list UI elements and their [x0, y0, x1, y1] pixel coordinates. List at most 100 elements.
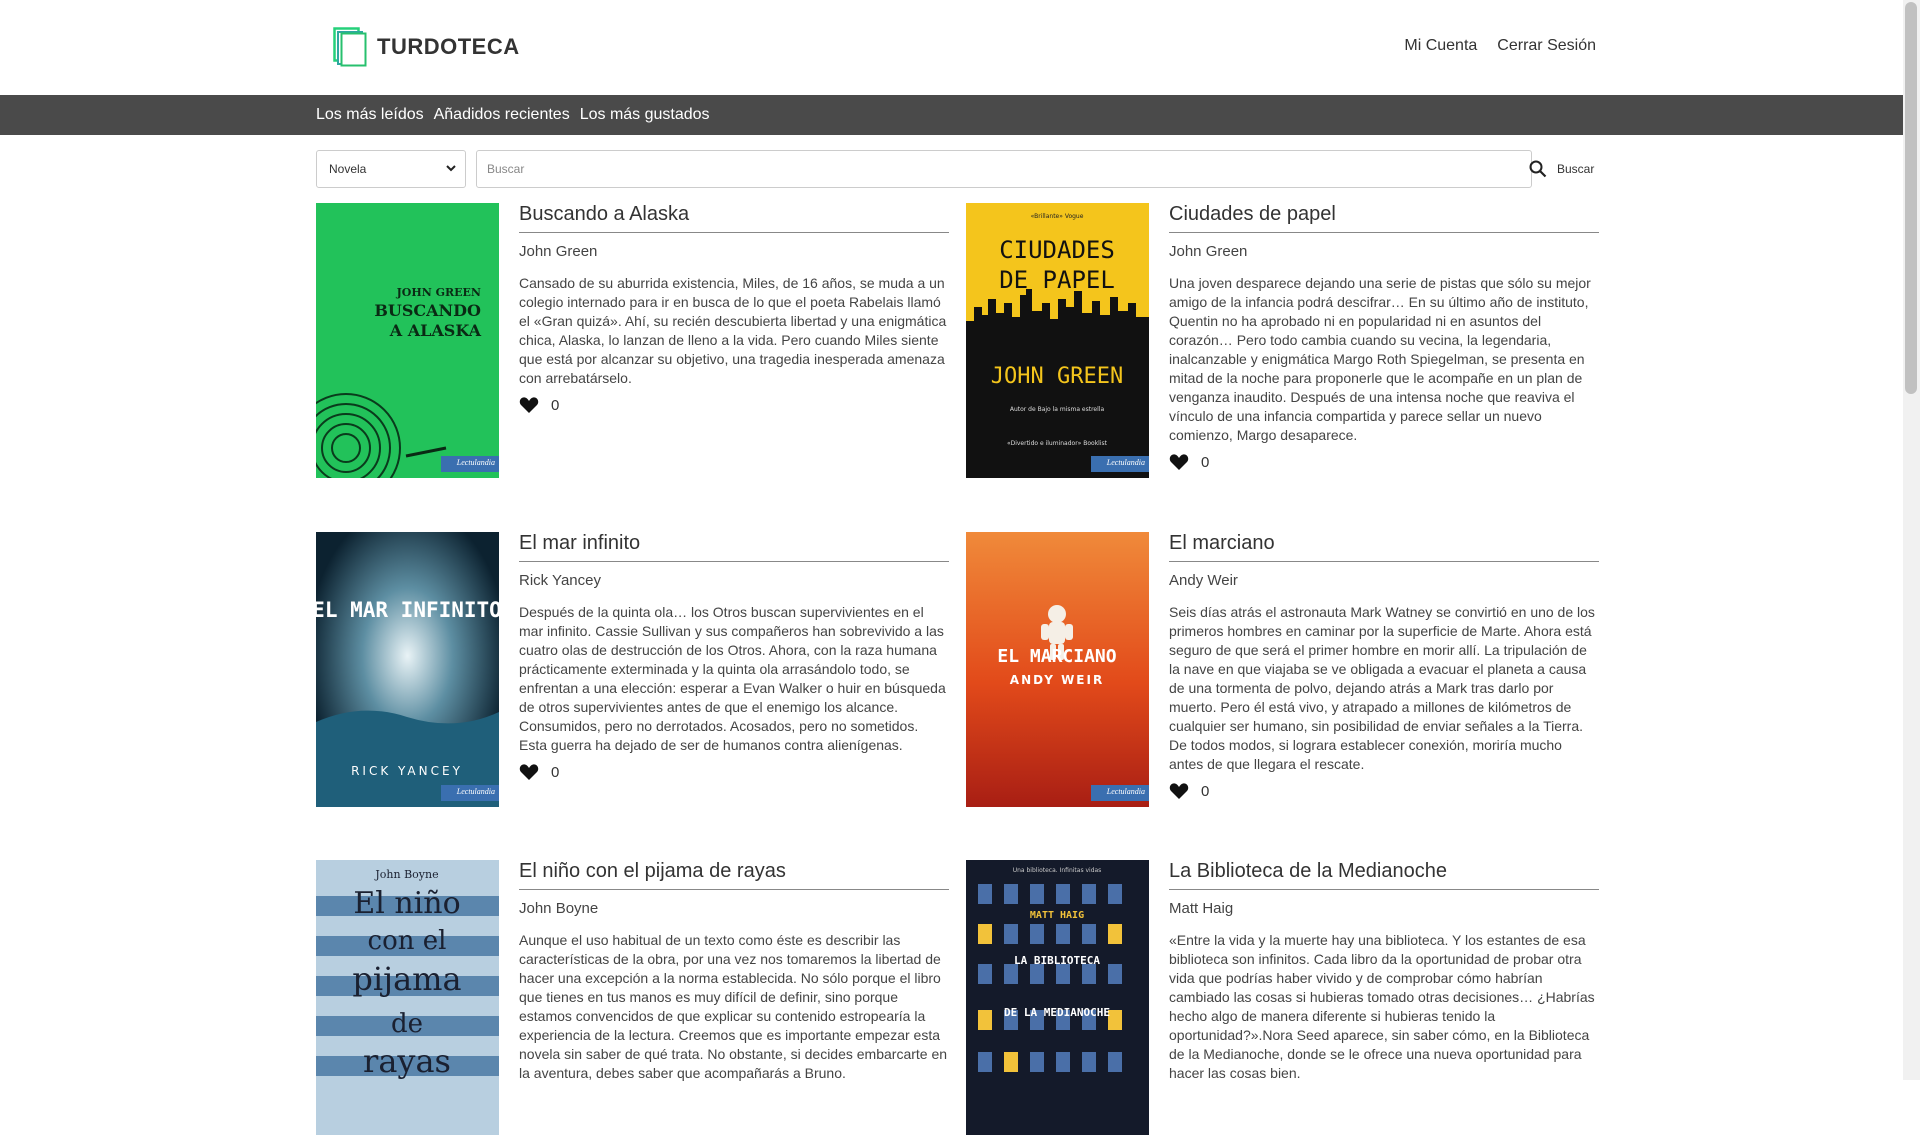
- nav-most-liked[interactable]: Los más gustados: [580, 106, 710, 124]
- heart-icon: [1169, 454, 1189, 470]
- cover-title-line: rayas: [363, 1042, 451, 1080]
- publisher-badge-label: Lectulandia: [456, 787, 495, 796]
- book-title[interactable]: El niño con el pijama de rayas: [519, 860, 949, 890]
- top-header: TURDOTECA Mi Cuenta Cerrar Sesión: [0, 0, 1903, 95]
- book-card: EL MAR INFINITO RICK YANCEY Lectulandia …: [316, 532, 949, 807]
- book-cover[interactable]: John Boyne El niño con el pijama de raya…: [316, 860, 499, 1135]
- genre-select-value: Novela: [329, 162, 367, 176]
- publisher-badge-label: Lectulandia: [456, 458, 495, 467]
- book-info: El niño con el pijama de rayas John Boyn…: [519, 860, 949, 1083]
- genre-select[interactable]: Novela: [316, 150, 466, 188]
- book-description: Una joven desparece dejando una serie de…: [1169, 275, 1591, 443]
- account-nav: Mi Cuenta Cerrar Sesión: [1404, 37, 1596, 55]
- book-title[interactable]: El marciano: [1169, 532, 1599, 562]
- cover-title-line: EL MAR INFINITO: [316, 598, 499, 622]
- nav-most-read[interactable]: Los más leídos: [316, 106, 424, 124]
- cover-subtitle: Autor de Bajo la misma estrella: [1010, 406, 1105, 413]
- like-button[interactable]: [1169, 782, 1189, 800]
- book-card: JOHN GREEN BUSCANDO A ALASKA Lectulandia…: [316, 203, 949, 478]
- book-cover[interactable]: EL MAR INFINITO RICK YANCEY Lectulandia: [316, 532, 499, 807]
- book-card: John Boyne El niño con el pijama de raya…: [316, 860, 949, 1135]
- book-card: «Brillante» Vogue CIUDADES DE PAPEL JOHN…: [966, 203, 1599, 478]
- cover-title-line: de: [391, 1009, 423, 1039]
- cover-title-line: A ALASKA: [389, 321, 482, 340]
- book-cover[interactable]: EL MARCIANO ANDY WEIR Lectulandia: [966, 532, 1149, 807]
- publisher-badge-label: Lectulandia: [1106, 787, 1145, 796]
- heart-icon: [519, 764, 539, 780]
- cover-title-line: CIUDADES: [999, 236, 1115, 264]
- cover-author: ANDY WEIR: [1010, 673, 1104, 687]
- my-account-link[interactable]: Mi Cuenta: [1404, 37, 1477, 55]
- search-button[interactable]: Buscar: [1529, 150, 1594, 188]
- like-button[interactable]: [1169, 453, 1189, 471]
- book-info: El mar infinito Rick Yancey Después de l…: [519, 532, 949, 781]
- likes-row: 0: [1169, 453, 1599, 471]
- book-cover-art: EL MAR INFINITO RICK YANCEY: [316, 532, 499, 807]
- publisher-badge: Lectulandia: [1091, 785, 1149, 801]
- book-author: John Green: [519, 243, 598, 260]
- book-cover[interactable]: Una biblioteca. Infinitas vidas MATT HAI…: [966, 860, 1149, 1135]
- book-info: La Biblioteca de la Medianoche Matt Haig…: [1169, 860, 1599, 1083]
- brand-logo[interactable]: TURDOTECA: [333, 27, 520, 67]
- category-nav: Los más leídos Añadidos recientes Los má…: [0, 95, 1903, 135]
- book-cover-art: Una biblioteca. Infinitas vidas MATT HAI…: [966, 860, 1149, 1135]
- like-button[interactable]: [519, 396, 539, 414]
- like-count: 0: [1201, 453, 1210, 471]
- logout-link[interactable]: Cerrar Sesión: [1497, 37, 1596, 55]
- book-cover[interactable]: «Brillante» Vogue CIUDADES DE PAPEL JOHN…: [966, 203, 1149, 478]
- cover-title-line: con el: [368, 926, 447, 956]
- publisher-badge: Lectulandia: [441, 785, 499, 801]
- likes-row: 0: [1169, 782, 1599, 800]
- search-input[interactable]: [476, 150, 1532, 188]
- like-count: 0: [1201, 782, 1210, 800]
- book-cover-art: EL MARCIANO ANDY WEIR: [966, 532, 1149, 807]
- cover-author: MATT HAIG: [1030, 910, 1084, 921]
- brand-name: TURDOTECA: [377, 34, 520, 59]
- stacked-books-logo-icon: [333, 27, 367, 67]
- book-author: Andy Weir: [1169, 572, 1238, 589]
- search-icon: [1529, 160, 1547, 178]
- book-author: Rick Yancey: [519, 572, 601, 589]
- search-bar: Novela Buscar: [316, 150, 1597, 188]
- cover-author: John Boyne: [374, 868, 438, 881]
- book-cover[interactable]: JOHN GREEN BUSCANDO A ALASKA Lectulandia: [316, 203, 499, 478]
- cover-blurb: «Divertido e iluminador» Booklist: [1007, 440, 1108, 447]
- publisher-badge: Lectulandia: [441, 456, 499, 472]
- cover-title-line: El niño: [353, 886, 460, 921]
- book-card: Una biblioteca. Infinitas vidas MATT HAI…: [966, 860, 1599, 1135]
- search-button-label: Buscar: [1557, 162, 1595, 176]
- like-count: 0: [551, 763, 560, 781]
- book-info: Buscando a Alaska John Green Cansado de …: [519, 203, 949, 414]
- cover-blurb: «Brillante» Vogue: [1031, 213, 1084, 220]
- page-scrollbar[interactable]: [1903, 0, 1920, 1080]
- book-title[interactable]: Ciudades de papel: [1169, 203, 1599, 233]
- book-author: Matt Haig: [1169, 900, 1234, 917]
- book-title[interactable]: La Biblioteca de la Medianoche: [1169, 860, 1599, 890]
- publisher-badge-label: Lectulandia: [1106, 458, 1145, 467]
- book-cover-art: JOHN GREEN BUSCANDO A ALASKA: [316, 203, 499, 478]
- cover-author: JOHN GREEN: [991, 364, 1123, 389]
- nav-recently-added[interactable]: Añadidos recientes: [434, 106, 570, 124]
- cover-title-line: LA BIBLIOTECA: [1014, 954, 1100, 967]
- heart-icon: [1169, 783, 1189, 799]
- scrollbar-thumb[interactable]: [1905, 2, 1917, 394]
- publisher-badge: Lectulandia: [1091, 456, 1149, 472]
- like-count: 0: [551, 396, 560, 414]
- book-info: El marciano Andy Weir Seis días atrás el…: [1169, 532, 1599, 800]
- cover-title-line: pijama: [352, 960, 461, 998]
- likes-row: 0: [519, 396, 949, 414]
- book-description: Seis días atrás el astronauta Mark Watne…: [1169, 604, 1595, 772]
- chevron-down-icon: [446, 165, 456, 172]
- cover-title-line: DE PAPEL: [999, 266, 1115, 294]
- book-description: Cansado de su aburrida existencia, Miles…: [519, 275, 947, 386]
- book-title[interactable]: Buscando a Alaska: [519, 203, 949, 233]
- cover-tagline: Una biblioteca. Infinitas vidas: [1013, 867, 1102, 874]
- book-cover-art: «Brillante» Vogue CIUDADES DE PAPEL JOHN…: [966, 203, 1149, 478]
- like-button[interactable]: [519, 763, 539, 781]
- book-info: Ciudades de papel John Green Una joven d…: [1169, 203, 1599, 471]
- book-title[interactable]: El mar infinito: [519, 532, 949, 562]
- cover-author: RICK YANCEY: [351, 764, 463, 778]
- book-description: Después de la quinta ola… los Otros busc…: [519, 604, 946, 753]
- book-author: John Green: [1169, 243, 1248, 260]
- cover-author: JOHN GREEN: [396, 286, 481, 299]
